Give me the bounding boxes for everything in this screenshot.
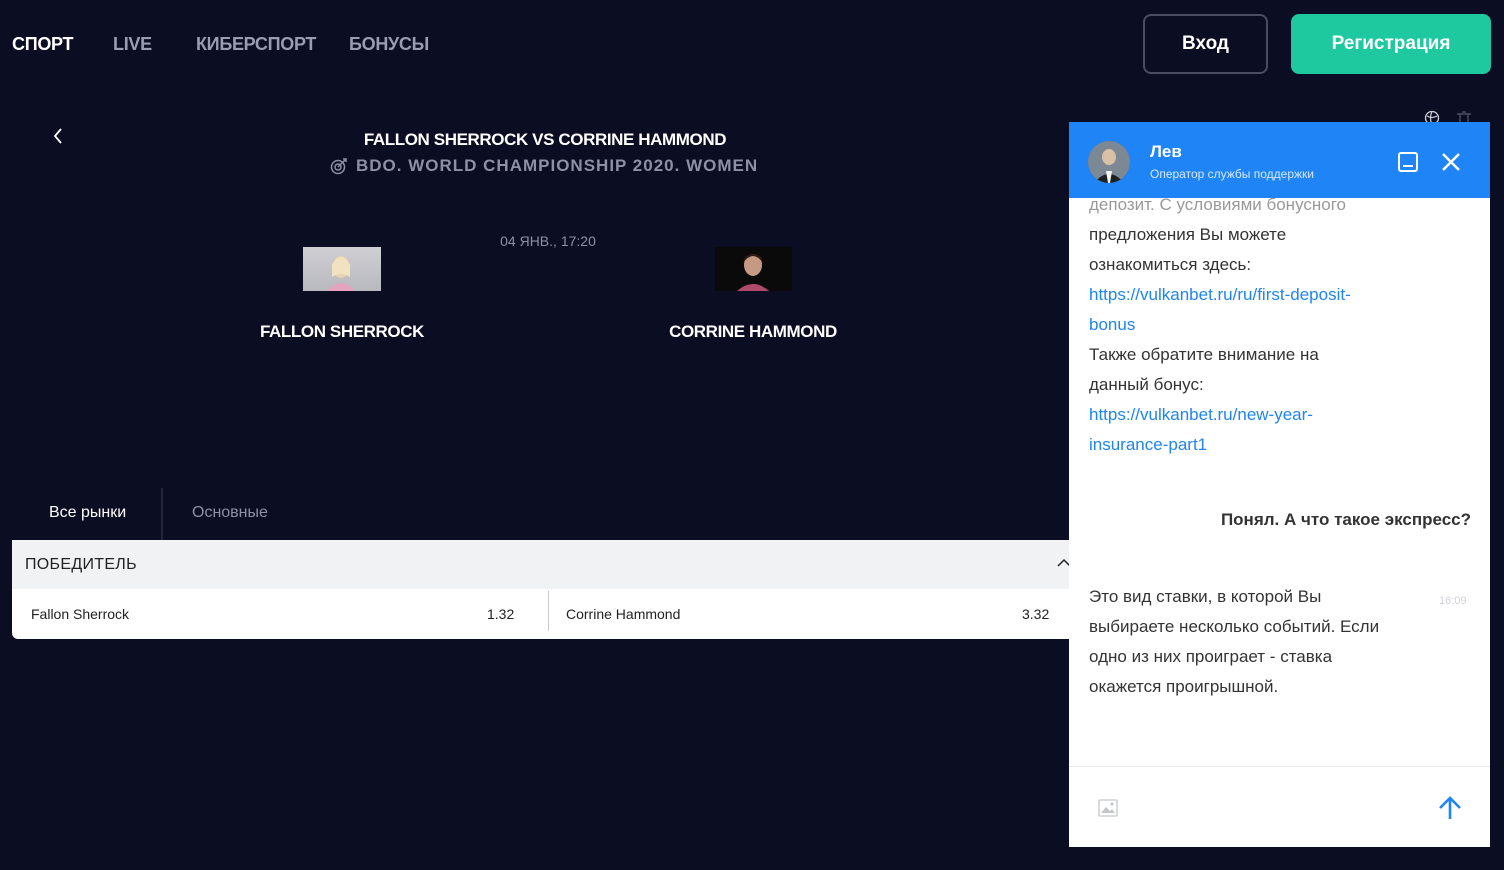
nav-item-sport[interactable]: СПОРТ — [12, 34, 74, 55]
tournament: BDO. WORLD CHAMPIONSHIP 2020. WOMEN — [330, 156, 770, 176]
operator-role: Оператор службы поддержки — [1150, 167, 1315, 181]
minimize-icon[interactable] — [1397, 151, 1419, 173]
outcome-odd[interactable]: 3.32 — [1022, 589, 1049, 639]
outcome-name[interactable]: Corrine Hammond — [566, 589, 680, 639]
tab-main-markets[interactable]: Основные — [192, 504, 268, 522]
market-title: ПОБЕДИТЕЛЬ — [25, 555, 137, 573]
avatar — [1088, 141, 1130, 183]
message-line: предложения Вы можете — [1089, 225, 1287, 244]
market-header[interactable]: ПОБЕДИТЕЛЬ — [12, 540, 1082, 589]
insurance-link-cont[interactable]: insurance-part1 — [1089, 430, 1399, 460]
insurance-link[interactable]: https://vulkanbet.ru/new-year- — [1089, 400, 1399, 430]
image-upload-icon[interactable] — [1098, 799, 1118, 817]
player1-name: FALLON SHERROCK — [259, 322, 424, 341]
nav-item-bonuses[interactable]: БОНУСЫ — [349, 34, 429, 55]
close-icon[interactable] — [1441, 152, 1461, 172]
message-line: депозит. С условиями бонусного — [1089, 198, 1347, 214]
message-line: Это вид ставки, в которой Вы — [1089, 587, 1322, 606]
odds-row: Fallon Sherrock 1.32 Corrine Hammond 3.3… — [12, 589, 1082, 639]
outcome-odd[interactable]: 1.32 — [487, 589, 514, 639]
register-button[interactable]: Регистрация — [1291, 14, 1491, 74]
tab-all-markets[interactable]: Все рынки — [49, 504, 126, 522]
match-date: 04 ЯНВ., 17:20 — [500, 233, 596, 249]
operator-message: депозит. С условиями бонусного предложен… — [1089, 198, 1399, 460]
message-line: одно из них проиграет - ставка — [1089, 647, 1333, 666]
bonus-link-cont[interactable]: bonus — [1089, 310, 1399, 340]
dartboard-icon — [330, 158, 347, 175]
nav-item-esports[interactable]: КИБЕРСПОРТ — [196, 34, 316, 55]
match-title: FALLON SHERROCK VS CORRINE HAMMOND — [363, 130, 727, 149]
market-winner: ПОБЕДИТЕЛЬ Fallon Sherrock 1.32 Corrine … — [12, 540, 1082, 639]
message-line: данный бонус: — [1089, 375, 1204, 394]
player2-photo — [715, 247, 792, 291]
top-nav: СПОРТ LIVE КИБЕРСПОРТ БОНУСЫ Вход Регист… — [0, 0, 1504, 88]
bonus-link[interactable]: https://vulkanbet.ru/ru/first-deposit- — [1089, 280, 1399, 310]
message-line: Также обратите внимание на — [1089, 345, 1319, 364]
message-line: окажется проигрышной. — [1089, 677, 1279, 696]
message-line: выбираете несколько событий. Если — [1089, 617, 1380, 636]
operator-reply: Это вид ставки, в которой Вы выбираете н… — [1089, 582, 1409, 702]
page: СПОРТ LIVE КИБЕРСПОРТ БОНУСЫ Вход Регист… — [0, 0, 1504, 870]
message-line: ознакомиться здесь: — [1089, 255, 1252, 274]
player1-photo — [303, 247, 381, 291]
operator-name: Лев — [1150, 142, 1182, 161]
tab-divider — [161, 488, 163, 540]
chat-input-area[interactable] — [1069, 766, 1490, 847]
send-arrow-icon[interactable] — [1437, 795, 1463, 821]
nav-item-live[interactable]: LIVE — [113, 34, 152, 55]
user-message: Понял. А что такое экспресс? — [1220, 510, 1471, 529]
tournament-name: BDO. WORLD CHAMPIONSHIP 2020. WOMEN — [356, 156, 759, 175]
chat-header: Лев Оператор службы поддержки — [1069, 122, 1490, 198]
outcome-name[interactable]: Fallon Sherrock — [31, 589, 129, 639]
back-arrow-icon[interactable] — [50, 126, 66, 146]
login-button[interactable]: Вход — [1143, 14, 1268, 74]
message-time: 16:09 — [1439, 595, 1467, 607]
outcome-divider — [548, 591, 549, 631]
chat-messages: депозит. С условиями бонусного предложен… — [1069, 198, 1490, 766]
support-chat: Лев Оператор службы поддержки депозит. С… — [1069, 122, 1490, 847]
player2-name: CORRINE HAMMOND — [669, 322, 837, 341]
